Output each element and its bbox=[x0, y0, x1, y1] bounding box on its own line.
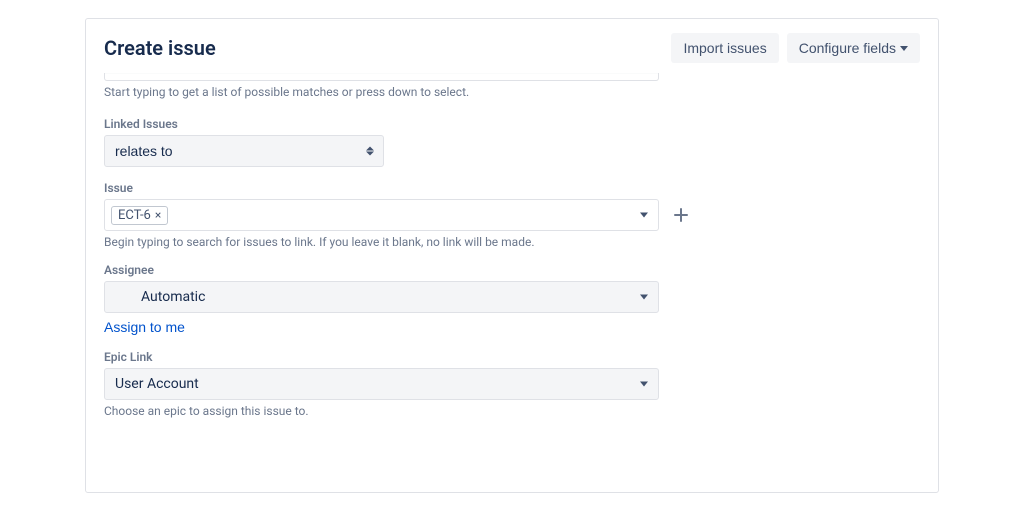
assignee-select[interactable]: Automatic bbox=[104, 281, 659, 313]
create-issue-dialog: Create issue Import issues Configure fie… bbox=[85, 18, 939, 493]
epic-link-label: Epic Link bbox=[104, 350, 920, 364]
linked-issues-field: Linked Issues relates to bbox=[104, 117, 920, 167]
configure-fields-label: Configure fields bbox=[799, 40, 896, 56]
assignee-value: Automatic bbox=[141, 289, 205, 305]
plus-icon bbox=[673, 207, 689, 223]
issue-tag: ECT-6 × bbox=[111, 206, 168, 225]
remove-tag-icon[interactable]: × bbox=[155, 209, 161, 221]
epic-link-value: User Account bbox=[115, 376, 199, 392]
import-issues-label: Import issues bbox=[683, 40, 766, 56]
epic-link-help: Choose an epic to assign this issue to. bbox=[104, 404, 920, 418]
linked-issues-label: Linked Issues bbox=[104, 117, 920, 131]
issue-tag-input[interactable]: ECT-6 × bbox=[104, 199, 659, 231]
assignee-label: Assignee bbox=[104, 263, 920, 277]
issue-tag-text: ECT-6 bbox=[118, 208, 151, 223]
dialog-title: Create issue bbox=[104, 36, 216, 60]
epic-link-field: Epic Link User Account Choose an epic to… bbox=[104, 350, 920, 418]
previous-field-help: Start typing to get a list of possible m… bbox=[104, 85, 920, 99]
issue-label: Issue bbox=[104, 181, 920, 195]
previous-field-input-bottom[interactable] bbox=[104, 73, 659, 81]
assignee-field: Assignee Automatic Assign to me bbox=[104, 263, 920, 336]
chevron-down-icon bbox=[640, 213, 648, 218]
issue-help: Begin typing to search for issues to lin… bbox=[104, 235, 920, 249]
epic-link-select[interactable]: User Account bbox=[104, 368, 659, 400]
header-actions: Import issues Configure fields bbox=[671, 33, 920, 63]
dialog-header: Create issue Import issues Configure fie… bbox=[104, 33, 920, 63]
add-issue-link-button[interactable] bbox=[669, 203, 693, 227]
linked-issues-select[interactable]: relates to bbox=[104, 135, 384, 167]
issue-field: Issue ECT-6 × Begin typing to search for… bbox=[104, 181, 920, 249]
assign-to-me-button[interactable]: Assign to me bbox=[104, 319, 185, 335]
chevron-down-icon bbox=[640, 295, 648, 300]
configure-fields-button[interactable]: Configure fields bbox=[787, 33, 920, 63]
chevron-down-icon bbox=[640, 382, 648, 387]
import-issues-button[interactable]: Import issues bbox=[671, 33, 778, 63]
form-section: Start typing to get a list of possible m… bbox=[104, 73, 920, 418]
chevron-down-icon bbox=[900, 46, 908, 51]
